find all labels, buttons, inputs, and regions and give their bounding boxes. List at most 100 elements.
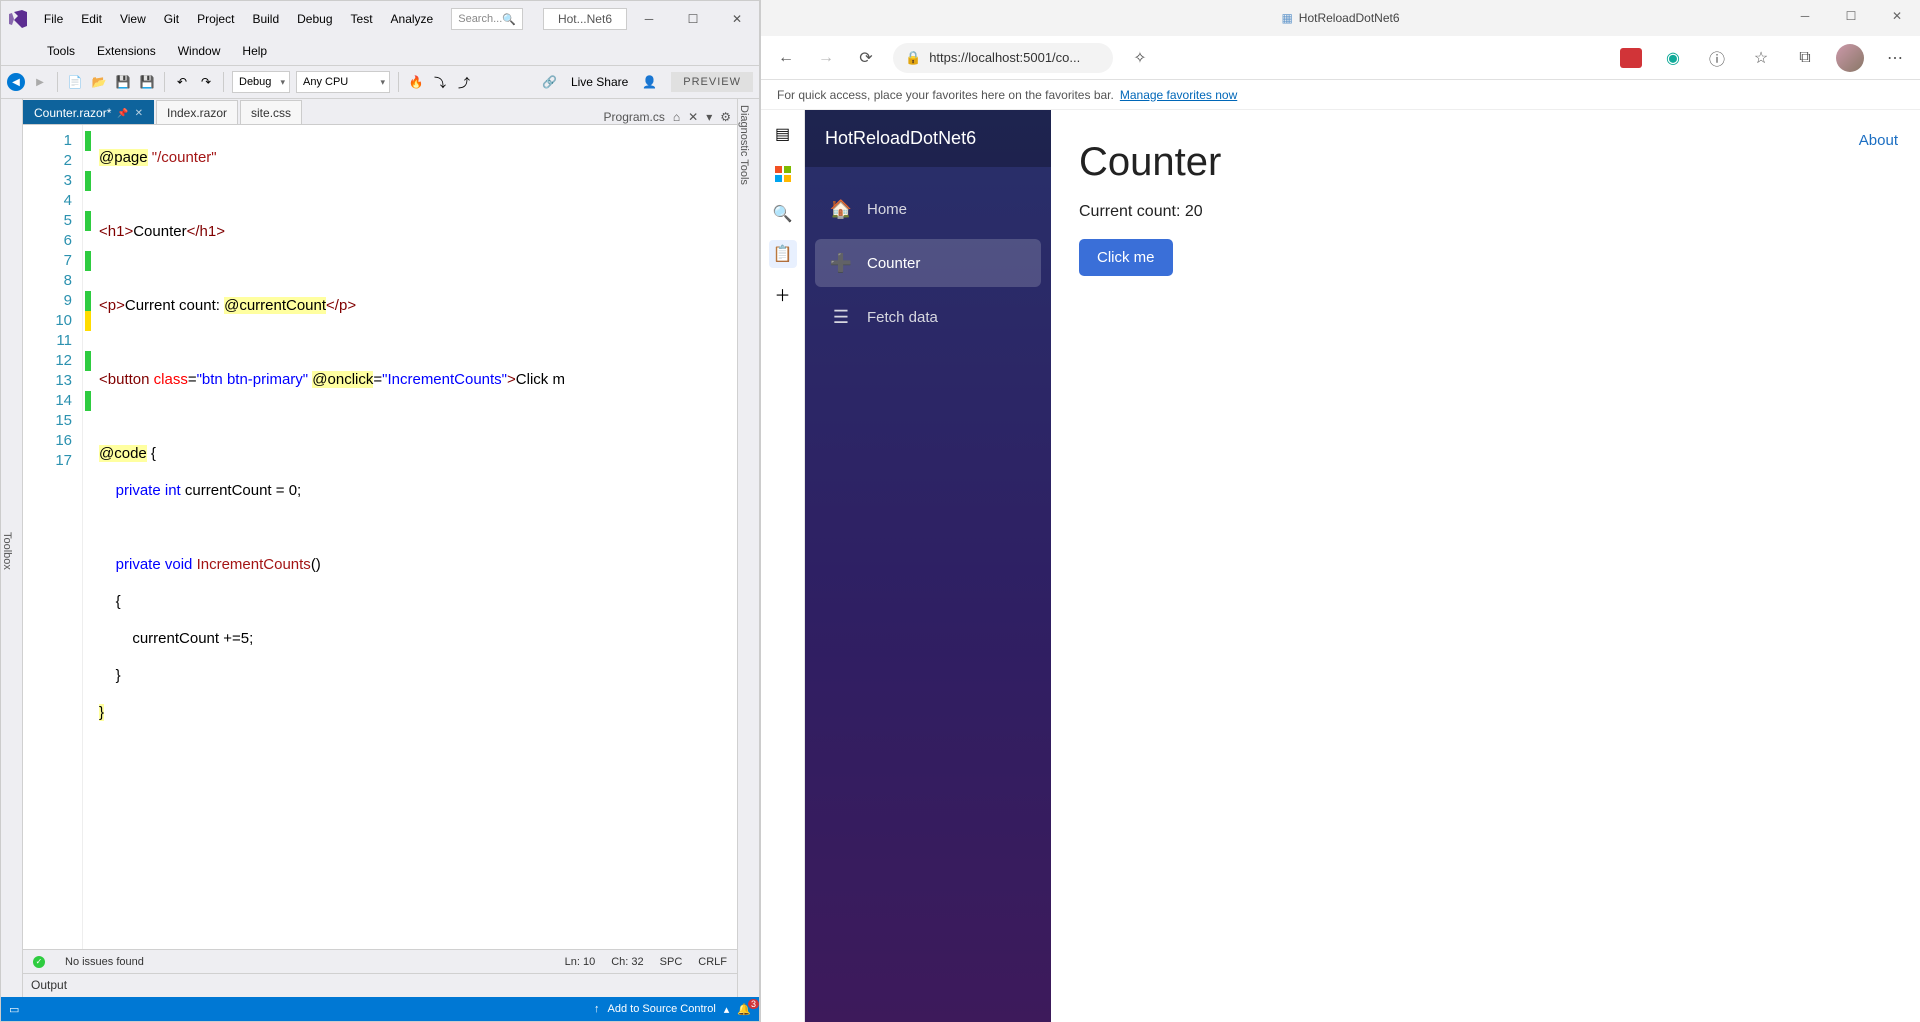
address-bar[interactable]: 🔒 https://localhost:5001/co... [893, 43, 1113, 73]
scm-label[interactable]: Add to Source Control [608, 1003, 716, 1015]
rail-ms-icon[interactable] [769, 160, 797, 188]
tab-program-cs[interactable]: Program.cs [604, 110, 665, 124]
tab-label: Counter.razor* [34, 106, 111, 120]
reader-icon[interactable]: ✧ [1127, 45, 1153, 71]
visual-studio-window: File Edit View Git Project Build Debug T… [0, 0, 760, 1022]
profile-avatar[interactable] [1836, 44, 1864, 72]
nav-fetchdata[interactable]: ☰ Fetch data [815, 293, 1041, 341]
nav-back-icon[interactable]: ◀ [7, 73, 25, 91]
url-text: https://localhost:5001/co... [929, 50, 1080, 65]
edge-titlebar: ▦ HotReloadDotNet6 ─ ☐ ✕ [761, 0, 1920, 36]
liveshare-label[interactable]: Live Share [571, 75, 628, 89]
t: } [116, 667, 121, 684]
liveshare-icon[interactable]: 🔗 [542, 75, 557, 89]
t: @onclick [312, 371, 373, 388]
edge-toolbar: ← → ⟳ 🔒 https://localhost:5001/co... ✧ ◉… [761, 36, 1920, 80]
nav-home[interactable]: 🏠 Home [815, 185, 1041, 233]
menu-help[interactable]: Help [232, 40, 277, 62]
rail-add-icon[interactable]: ＋ [769, 280, 797, 308]
back-button[interactable]: ← [773, 45, 799, 71]
feedback-icon[interactable]: 👤 [642, 75, 657, 89]
menu-test[interactable]: Test [343, 8, 381, 30]
count-line: Current count: 20 [1079, 203, 1892, 221]
tab-index-razor[interactable]: Index.razor [156, 100, 238, 124]
pin-icon[interactable]: 📌 [117, 108, 128, 119]
menu-view[interactable]: View [112, 8, 154, 30]
menu-debug[interactable]: Debug [289, 8, 340, 30]
solution-title[interactable]: Hot...Net6 [543, 8, 627, 30]
close-preview-icon[interactable]: ✕ [688, 110, 698, 124]
redo-icon[interactable]: ↷ [197, 73, 215, 91]
t: () [311, 556, 321, 573]
clickme-button[interactable]: Click me [1079, 239, 1173, 276]
tab-site-css[interactable]: site.css [240, 100, 302, 124]
forward-button: → [813, 45, 839, 71]
manage-favorites-link[interactable]: Manage favorites now [1120, 88, 1237, 102]
collections-icon[interactable]: ⧉ [1792, 45, 1818, 71]
new-icon[interactable]: 📄 [66, 73, 84, 91]
menu-tools[interactable]: Tools [37, 40, 85, 62]
minimize-button[interactable]: ─ [627, 3, 671, 35]
tab-counter-razor[interactable]: Counter.razor* 📌 ✕ [23, 100, 154, 124]
saveall-icon[interactable]: 💾 [138, 73, 156, 91]
extension-3-icon[interactable]: ⓘ [1704, 45, 1730, 71]
nav-counter[interactable]: ➕ Counter [815, 239, 1041, 287]
step2-icon[interactable]: ⤴ [455, 73, 473, 91]
menu-analyze[interactable]: Analyze [383, 8, 442, 30]
t: @page [99, 149, 148, 166]
bell-icon[interactable]: 🔔3 [737, 1003, 751, 1016]
rail-vtabs-icon[interactable]: ▤ [769, 120, 797, 148]
edge-title-text: HotReloadDotNet6 [1299, 11, 1400, 25]
step-icon[interactable]: ⤵ [431, 73, 449, 91]
t: class [154, 371, 188, 388]
config-combo[interactable]: Debug [232, 71, 290, 93]
rail-history-icon[interactable]: 📋 [769, 240, 797, 268]
menu-icon[interactable]: ⋯ [1882, 45, 1908, 71]
undo-icon[interactable]: ↶ [173, 73, 191, 91]
scm-chevron-icon[interactable]: ▴ [724, 1003, 730, 1016]
window-buttons: ─ ☐ ✕ [627, 3, 759, 35]
status-spc: SPC [660, 956, 683, 968]
menu-build[interactable]: Build [244, 8, 287, 30]
home-icon[interactable]: ⌂ [673, 110, 680, 124]
app-brand[interactable]: HotReloadDotNet6 [805, 110, 1051, 167]
extension-2-icon[interactable]: ◉ [1660, 45, 1686, 71]
menu-window[interactable]: Window [168, 40, 231, 62]
rail-diagnostic-tools[interactable]: Diagnostic Tools [738, 105, 750, 997]
save-icon[interactable]: 💾 [114, 73, 132, 91]
code-content[interactable]: @page "/counter" <h1>Counter</h1> <p>Cur… [93, 125, 737, 949]
close-button[interactable]: ✕ [715, 3, 759, 35]
edge-close-button[interactable]: ✕ [1874, 0, 1920, 32]
edge-maximize-button[interactable]: ☐ [1828, 0, 1874, 32]
menu-file[interactable]: File [36, 8, 71, 30]
favorites-icon[interactable]: ☆ [1748, 45, 1774, 71]
toolbox-rail[interactable]: Toolbox [1, 99, 23, 997]
maximize-button[interactable]: ☐ [671, 3, 715, 35]
line-gutter: 1234567891011121314151617 [23, 125, 83, 949]
close-tab-icon[interactable]: ✕ [135, 108, 143, 119]
nav-fwd-icon[interactable]: ▶ [31, 73, 49, 91]
t: = [373, 371, 382, 388]
code-editor[interactable]: 1234567891011121314151617 @page "/counte… [23, 125, 737, 949]
ready-icon: ▭ [9, 1003, 19, 1016]
menu-edit[interactable]: Edit [73, 8, 110, 30]
extension-1-icon[interactable] [1620, 48, 1642, 68]
hotreload-icon[interactable]: 🔥 [407, 73, 425, 91]
edge-minimize-button[interactable]: ─ [1782, 0, 1828, 32]
open-icon[interactable]: 📂 [90, 73, 108, 91]
vs-search-box[interactable]: Search...🔍 [451, 8, 523, 30]
t: "btn btn-primary" [197, 371, 309, 388]
platform-combo[interactable]: Any CPU [296, 71, 390, 93]
t: { [147, 445, 156, 462]
scm-up-icon: ↑ [594, 1003, 600, 1015]
about-link[interactable]: About [1859, 132, 1898, 149]
rail-search-icon[interactable]: 🔍 [769, 200, 797, 228]
gear-icon[interactable]: ⚙ [720, 110, 731, 124]
refresh-button[interactable]: ⟳ [853, 45, 879, 71]
notif-count: 3 [748, 999, 759, 1009]
dropdown-icon[interactable]: ▾ [706, 110, 712, 124]
output-panel-tab[interactable]: Output [23, 973, 737, 997]
menu-git[interactable]: Git [156, 8, 187, 30]
menu-extensions[interactable]: Extensions [87, 40, 166, 62]
menu-project[interactable]: Project [189, 8, 242, 30]
